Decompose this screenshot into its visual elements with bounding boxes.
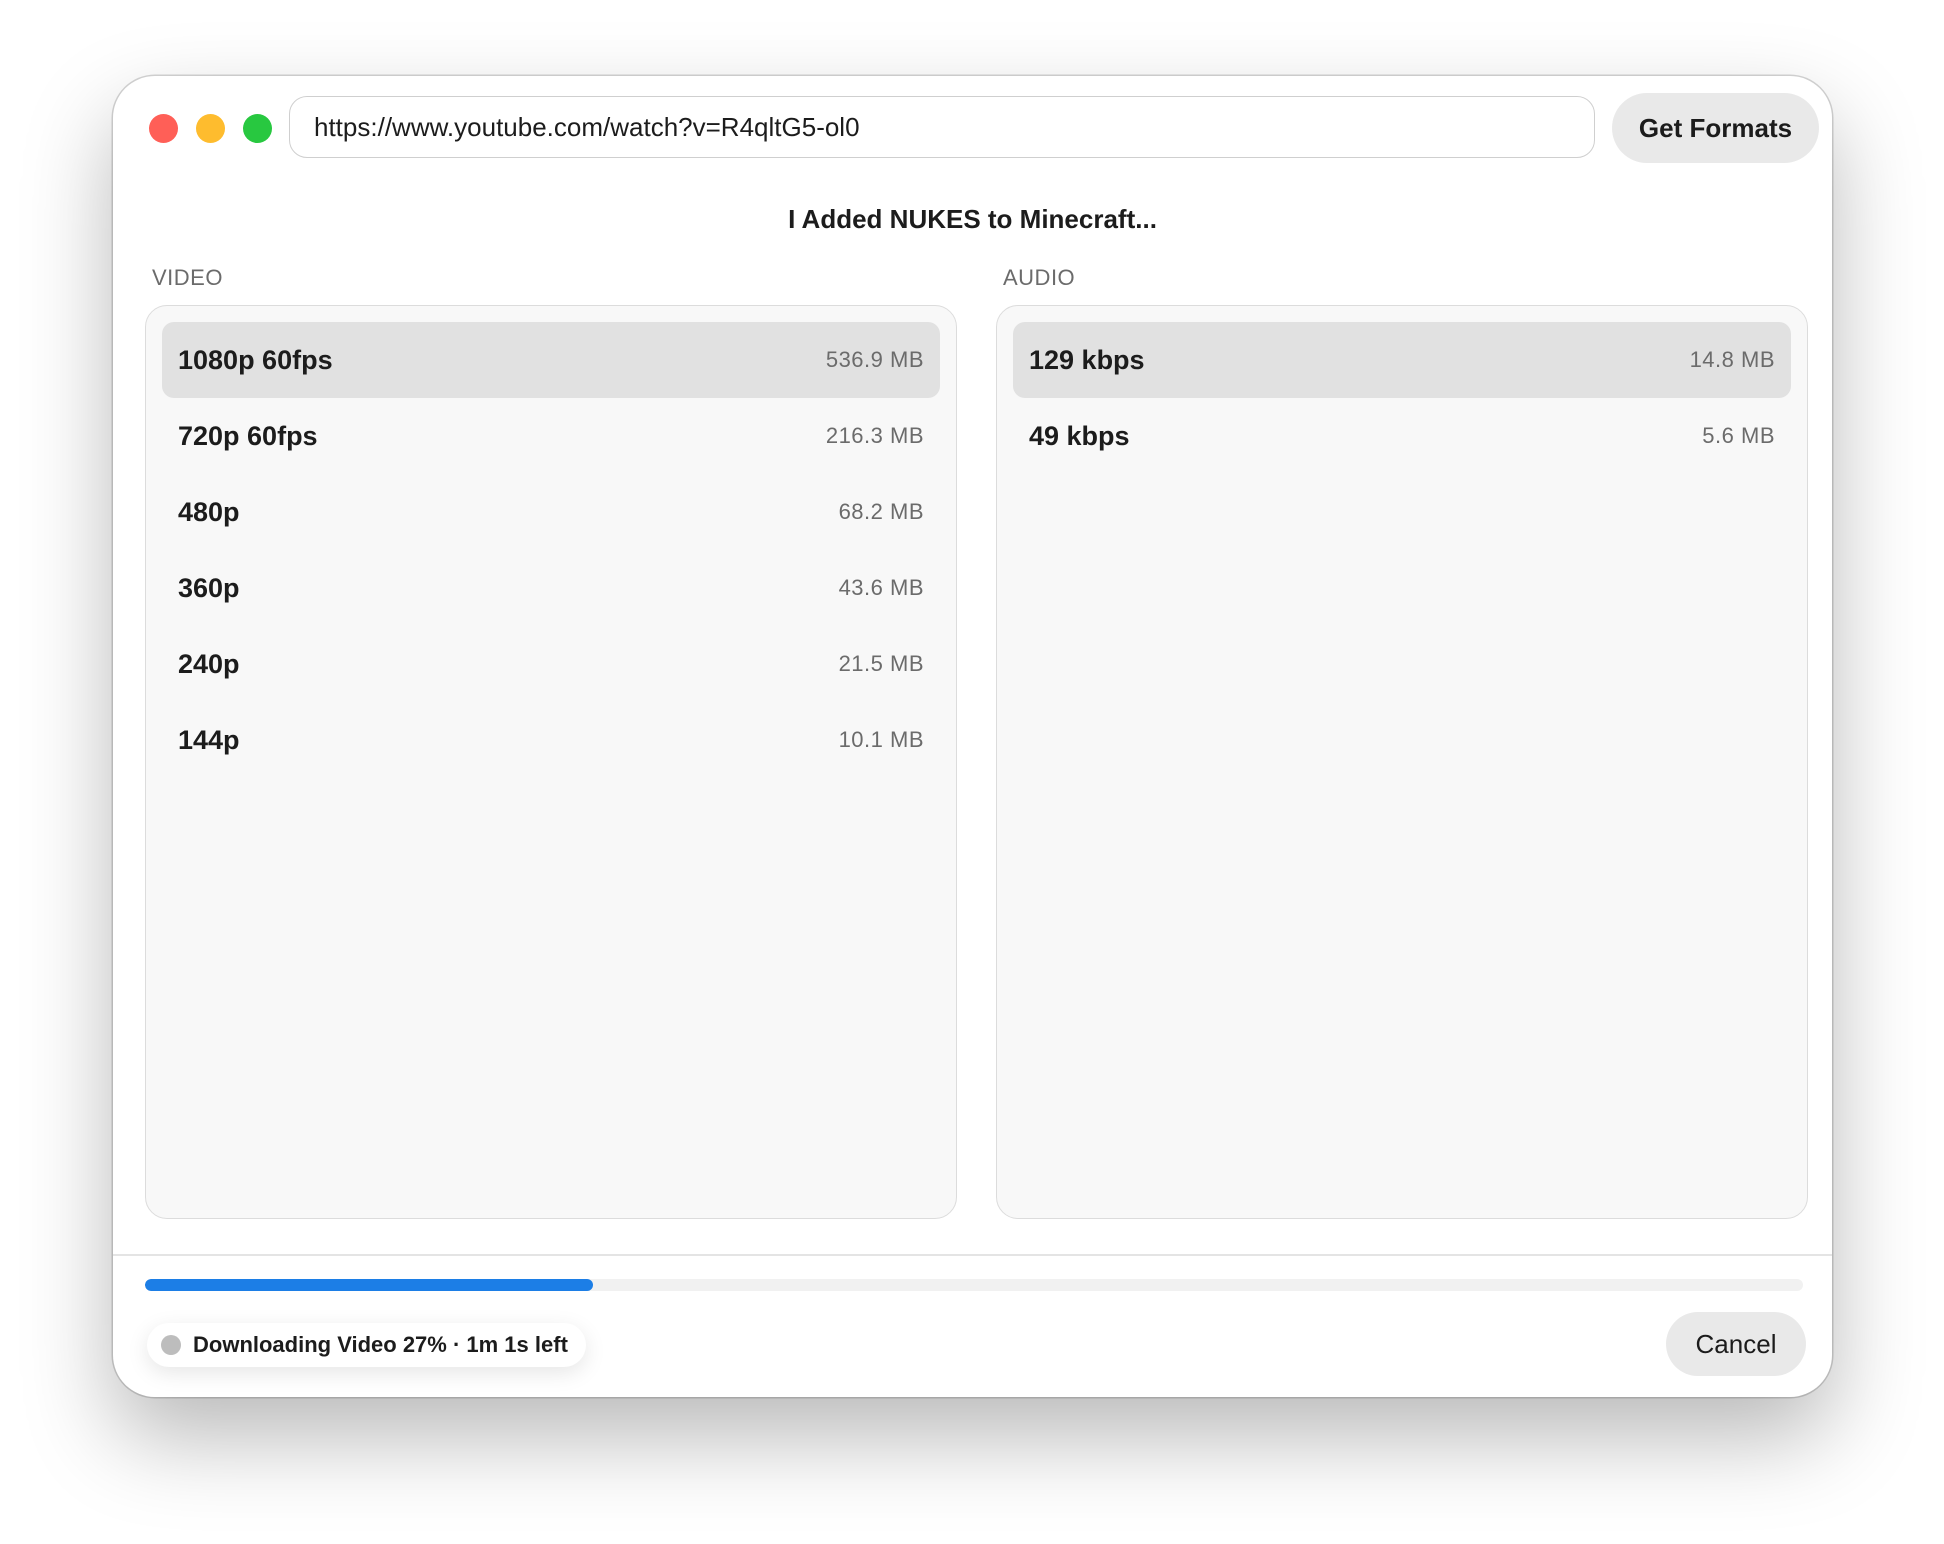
status-dot-icon — [161, 1335, 181, 1355]
format-label: 360p — [178, 572, 240, 603]
format-size: 5.6 MB — [1702, 423, 1775, 448]
video-title: I Added NUKES to Minecraft... — [788, 204, 1157, 234]
get-formats-button[interactable]: Get Formats — [1612, 93, 1819, 163]
zoom-window-button[interactable] — [243, 114, 272, 143]
video-format-row-144p[interactable]: 144p 10.1 MB — [162, 702, 940, 778]
video-format-row-240p[interactable]: 240p 21.5 MB — [162, 626, 940, 702]
video-format-row-1080p[interactable]: 1080p 60fps 536.9 MB — [162, 322, 940, 398]
format-label: 144p — [178, 724, 240, 755]
video-format-row-720p[interactable]: 720p 60fps 216.3 MB — [162, 398, 940, 474]
format-size: 14.8 MB — [1689, 347, 1775, 372]
format-label: 480p — [178, 496, 240, 527]
format-label: 1080p 60fps — [178, 344, 333, 375]
close-window-button[interactable] — [149, 114, 178, 143]
format-label: 49 kbps — [1029, 420, 1130, 451]
format-size: 536.9 MB — [825, 347, 924, 372]
video-format-row-480p[interactable]: 480p 68.2 MB — [162, 474, 940, 550]
format-size: 68.2 MB — [838, 499, 924, 524]
format-size: 43.6 MB — [838, 575, 924, 600]
video-format-list: 1080p 60fps 536.9 MB 720p 60fps 216.3 MB… — [145, 305, 957, 1219]
traffic-lights — [149, 114, 272, 143]
format-size: 216.3 MB — [825, 423, 924, 448]
audio-format-row-49kbps[interactable]: 49 kbps 5.6 MB — [1013, 398, 1791, 474]
download-status-text: Downloading Video 27% · 1m 1s left — [193, 1332, 568, 1357]
footer-divider — [113, 1254, 1832, 1256]
cancel-button[interactable]: Cancel — [1666, 1312, 1806, 1376]
format-label: 720p 60fps — [178, 420, 318, 451]
format-label: 129 kbps — [1029, 344, 1145, 375]
format-size: 21.5 MB — [838, 651, 924, 676]
url-input[interactable] — [289, 96, 1595, 158]
format-size: 10.1 MB — [838, 727, 924, 752]
download-status: Downloading Video 27% · 1m 1s left — [147, 1323, 586, 1367]
video-section-label: VIDEO — [152, 265, 223, 290]
download-progress-bar — [145, 1279, 1803, 1291]
audio-format-list: 129 kbps 14.8 MB 49 kbps 5.6 MB — [996, 305, 1808, 1219]
download-progress-fill — [145, 1279, 593, 1291]
format-label: 240p — [178, 648, 240, 679]
video-format-row-360p[interactable]: 360p 43.6 MB — [162, 550, 940, 626]
app-window: Get Formats I Added NUKES to Minecraft..… — [113, 76, 1832, 1397]
audio-format-row-129kbps[interactable]: 129 kbps 14.8 MB — [1013, 322, 1791, 398]
minimize-window-button[interactable] — [196, 114, 225, 143]
audio-section-label: AUDIO — [1003, 265, 1076, 290]
